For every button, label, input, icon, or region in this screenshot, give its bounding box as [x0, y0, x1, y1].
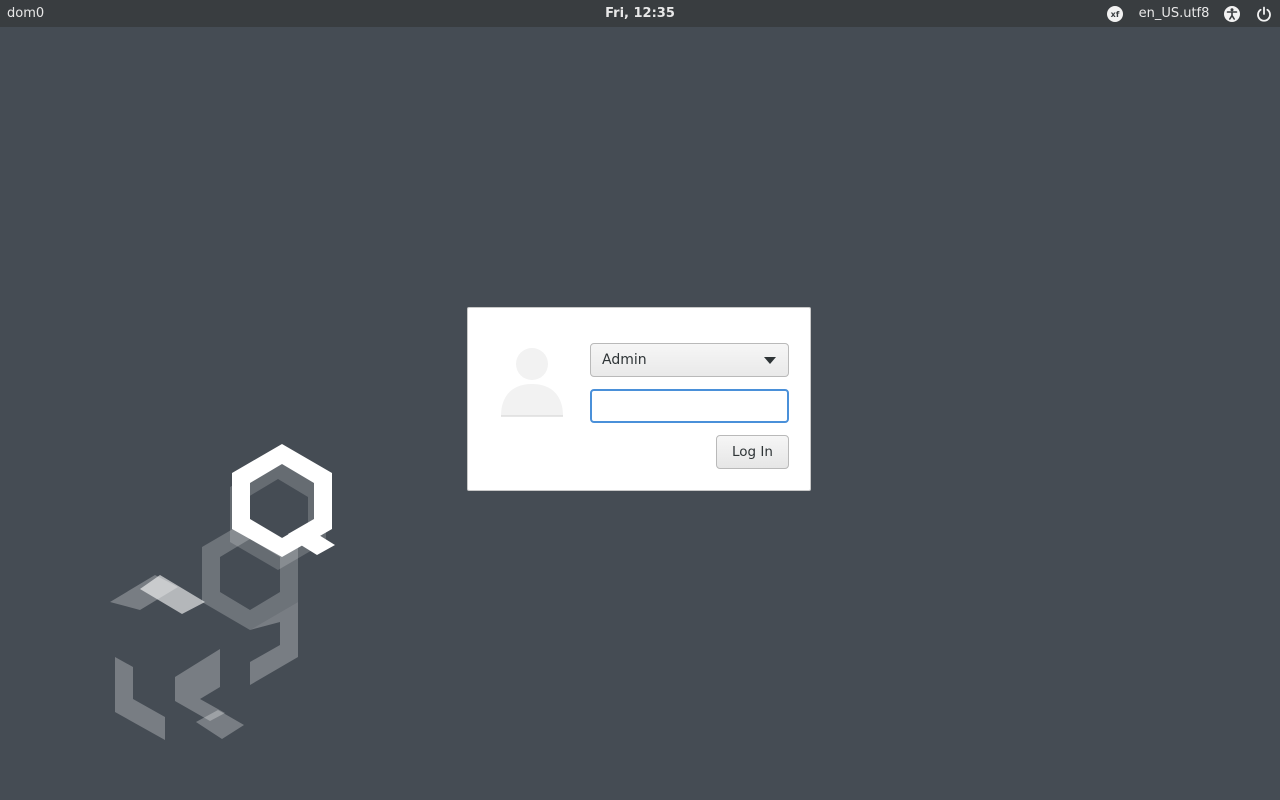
login-dialog: Admin Log In: [467, 307, 811, 491]
selected-user: Admin: [602, 352, 647, 368]
user-avatar-icon: [501, 348, 563, 417]
password-input[interactable]: [590, 389, 789, 423]
xfce-session-icon[interactable]: xf: [1104, 0, 1126, 27]
desktop-background: Admin Log In: [0, 27, 1280, 800]
qubes-logo: [110, 444, 335, 740]
user-select[interactable]: Admin: [590, 343, 789, 377]
clock[interactable]: Fri, 12:35: [0, 6, 1280, 21]
chevron-down-icon: [764, 357, 776, 364]
accessibility-icon[interactable]: [1221, 0, 1243, 27]
locale-selector[interactable]: en_US.utf8: [1136, 0, 1212, 27]
power-icon[interactable]: [1254, 0, 1274, 27]
login-button[interactable]: Log In: [716, 435, 789, 469]
keyboard-badge-text: xf: [1111, 10, 1120, 19]
top-panel: dom0 Fri, 12:35 xf en_US.utf8: [0, 0, 1280, 27]
